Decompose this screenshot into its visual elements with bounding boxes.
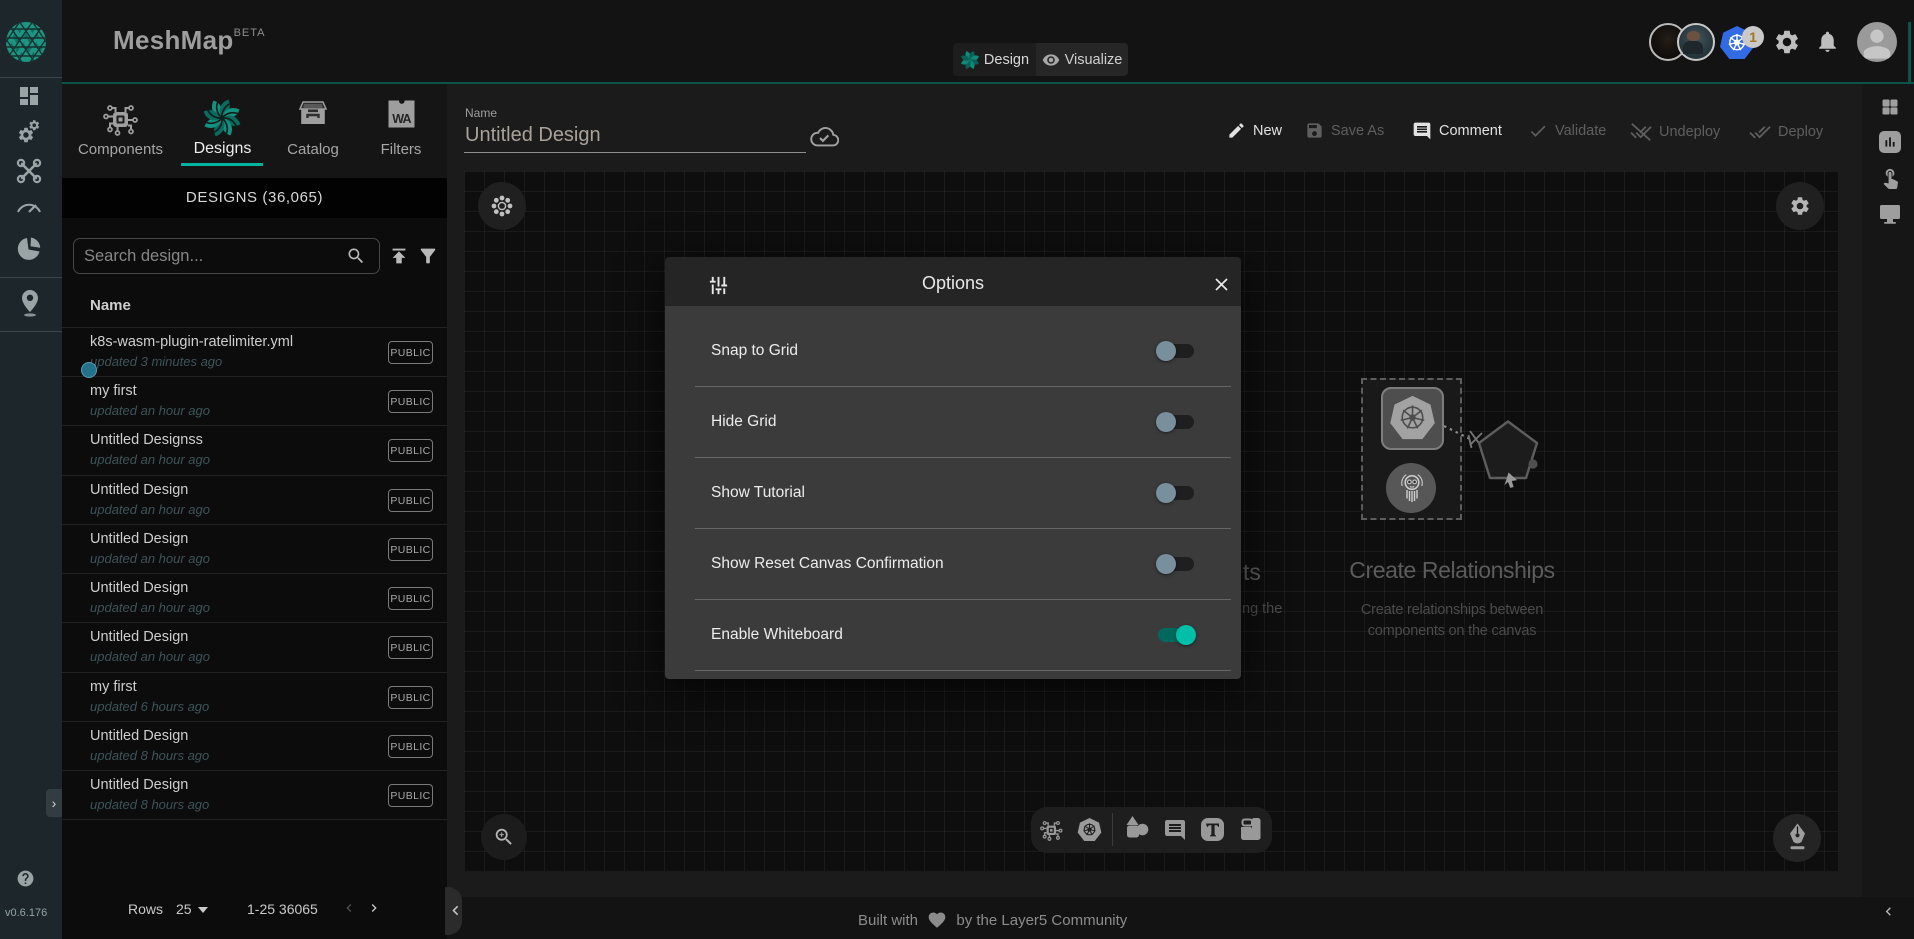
svg-text:WA: WA bbox=[392, 112, 411, 126]
